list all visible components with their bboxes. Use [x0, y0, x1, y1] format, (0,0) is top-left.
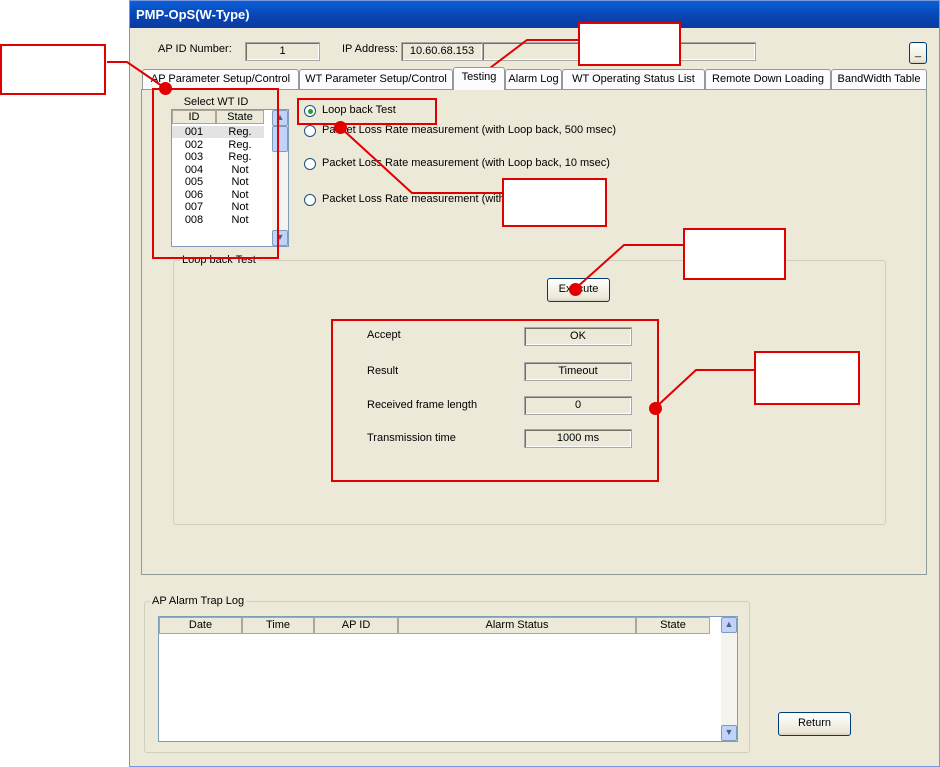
highlight-wt-id-list [152, 88, 279, 259]
leader-line-results [654, 369, 755, 409]
annotation-dot-wt-list [159, 82, 172, 95]
annotation-callout-4 [683, 228, 786, 280]
annotation-callout-2 [578, 22, 681, 66]
leader-line-execute [574, 244, 684, 290]
leader-line-loopback-option [340, 127, 503, 194]
annotation-callout-3 [502, 178, 607, 227]
annotation-dot-loopback-option [334, 121, 347, 134]
annotation-callout-5 [754, 351, 860, 405]
annotation-dot-execute [569, 283, 582, 296]
annotation-callout-1 [0, 44, 106, 95]
tab-testing[interactable]: Testing [453, 67, 505, 90]
annotation-dot-results [649, 402, 662, 415]
highlight-loop-back-option [297, 98, 437, 125]
highlight-test-results [331, 319, 659, 482]
leader-line-wt-list [107, 61, 166, 89]
